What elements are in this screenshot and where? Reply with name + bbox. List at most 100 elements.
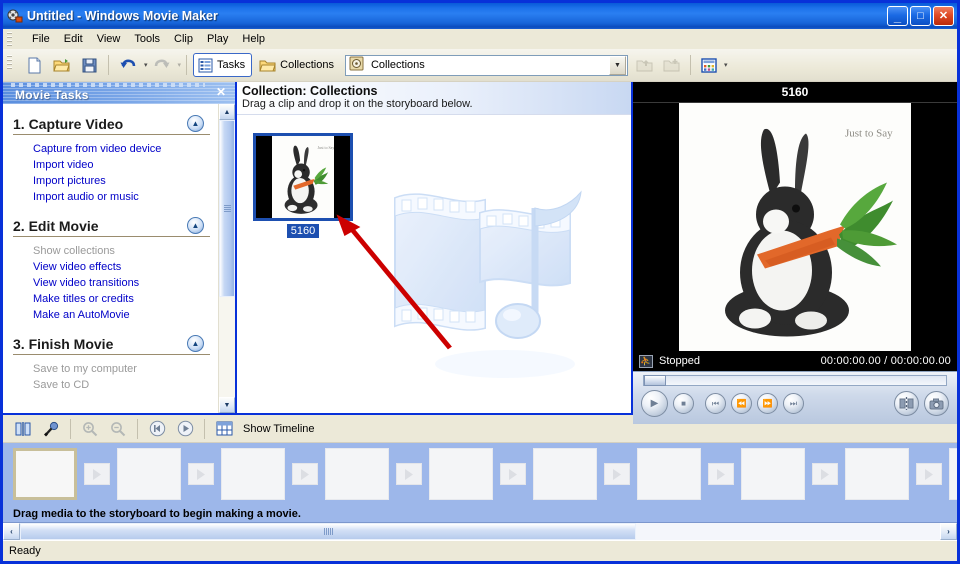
zoom-in-button[interactable] xyxy=(77,417,103,441)
next-clip-button[interactable]: ⏭ xyxy=(783,393,804,414)
transition-arrow-icon xyxy=(93,468,101,480)
transition-cell-8[interactable] xyxy=(812,463,838,485)
movie-tasks-body: 1. Capture Video ▲ Capture from video de… xyxy=(3,104,235,413)
menu-play[interactable]: Play xyxy=(200,31,235,47)
storyboard-cell-6[interactable] xyxy=(533,448,597,500)
show-timeline-button[interactable] xyxy=(211,417,237,441)
minimize-button[interactable]: _ xyxy=(887,6,908,26)
seek-thumb[interactable] xyxy=(644,375,666,386)
save-project-button[interactable] xyxy=(77,53,102,77)
collections-button[interactable]: Collections xyxy=(254,53,341,77)
split-clip-toolbar-button[interactable] xyxy=(10,417,36,441)
storyboard-cell-8[interactable] xyxy=(741,448,805,500)
storyboard-cell-10[interactable] xyxy=(949,448,957,500)
horizontal-scroll-thumb[interactable] xyxy=(20,523,637,540)
menu-edit[interactable]: Edit xyxy=(57,31,90,47)
maximize-button[interactable]: □ xyxy=(910,6,931,26)
scroll-left-button[interactable]: ‹ xyxy=(3,523,20,540)
play-button[interactable]: ▶ xyxy=(641,390,668,417)
menu-clip[interactable]: Clip xyxy=(167,31,200,47)
tasks-button[interactable]: Tasks xyxy=(193,53,253,77)
transition-cell-2[interactable] xyxy=(188,463,214,485)
next-frame-button[interactable]: ⏩ xyxy=(757,393,778,414)
collections-content[interactable]: Just to Say 5160 xyxy=(237,115,631,413)
link-view-video-effects[interactable]: View video effects xyxy=(33,259,218,275)
views-button[interactable] xyxy=(697,53,721,77)
monitor-video-area[interactable]: Just to Say xyxy=(633,102,957,351)
link-capture-from-video-device[interactable]: Capture from video device xyxy=(33,141,218,157)
new-project-button[interactable] xyxy=(22,53,47,77)
storyboard-horizontal-scrollbar[interactable]: ‹ › xyxy=(3,522,957,540)
rewind-storyboard-button[interactable] xyxy=(144,417,170,441)
transition-cell-4[interactable] xyxy=(396,463,422,485)
menu-help[interactable]: Help xyxy=(235,31,272,47)
storyboard-cell-2[interactable] xyxy=(117,448,181,500)
section-capture-video[interactable]: 1. Capture Video ▲ xyxy=(13,113,210,135)
menu-tools[interactable]: Tools xyxy=(127,31,167,47)
chevron-up-icon-finish[interactable]: ▲ xyxy=(187,335,204,352)
section-edit-movie[interactable]: 2. Edit Movie ▲ xyxy=(13,215,210,237)
scroll-up-button[interactable]: ▲ xyxy=(219,104,235,120)
take-picture-button[interactable] xyxy=(924,391,949,416)
collection-combobox[interactable]: Collections ▼ xyxy=(344,54,628,76)
up-one-level-button[interactable] xyxy=(632,53,657,77)
transition-cell-6[interactable] xyxy=(604,463,630,485)
horizontal-scroll-track[interactable] xyxy=(20,523,940,540)
back-frame-button[interactable]: ⏪ xyxy=(731,393,752,414)
previous-frame-button[interactable]: ⏮ xyxy=(705,393,726,414)
storyboard-cell-3[interactable] xyxy=(221,448,285,500)
storyboard-cell-9[interactable] xyxy=(845,448,909,500)
menu-view[interactable]: View xyxy=(90,31,128,47)
link-view-video-transitions[interactable]: View video transitions xyxy=(33,275,218,291)
scroll-right-button[interactable]: › xyxy=(940,523,957,540)
clip-thumbnail[interactable]: Just to Say xyxy=(253,133,353,221)
section-finish-movie[interactable]: 3. Finish Movie ▲ xyxy=(13,333,210,355)
link-import-pictures[interactable]: Import pictures xyxy=(33,173,218,189)
link-make-an-automovie[interactable]: Make an AutoMovie xyxy=(33,307,218,323)
scroll-thumb[interactable] xyxy=(219,120,235,298)
redo-button[interactable] xyxy=(149,53,175,77)
stop-button[interactable]: ■ xyxy=(673,393,694,414)
split-clip-button[interactable] xyxy=(894,391,919,416)
redo-dropdown-arrow[interactable]: ▾ xyxy=(178,61,182,69)
zoom-out-button[interactable] xyxy=(105,417,131,441)
undo-button[interactable] xyxy=(115,53,141,77)
preview-monitor-pane: 5160 Just to Say ⛹ Stopped 00:00:00.00 /… xyxy=(633,82,957,424)
storyboard-strip[interactable] xyxy=(3,443,957,505)
transition-cell-3[interactable] xyxy=(292,463,318,485)
transition-cell-1[interactable] xyxy=(84,463,110,485)
scroll-track[interactable] xyxy=(219,120,235,397)
chevron-up-icon-capture[interactable]: ▲ xyxy=(187,115,204,132)
close-button[interactable]: ✕ xyxy=(933,6,954,26)
collection-combobox-arrow[interactable]: ▼ xyxy=(608,55,626,75)
transition-cell-5[interactable] xyxy=(500,463,526,485)
transition-cell-9[interactable] xyxy=(916,463,942,485)
chevron-up-icon-edit[interactable]: ▲ xyxy=(187,217,204,234)
transition-arrow-icon xyxy=(613,468,621,480)
scroll-down-button[interactable]: ▼ xyxy=(219,397,235,413)
storyboard-cell-5[interactable] xyxy=(429,448,493,500)
narrate-timeline-button[interactable] xyxy=(38,417,64,441)
movie-tasks-close-icon[interactable]: ✕ xyxy=(216,86,226,98)
link-import-audio-or-music[interactable]: Import audio or music xyxy=(33,189,218,205)
menu-file[interactable]: File xyxy=(25,31,57,47)
collections-button-label: Collections xyxy=(280,59,334,71)
views-dropdown-arrow[interactable]: ▾ xyxy=(724,61,728,69)
play-storyboard-button[interactable] xyxy=(172,417,198,441)
link-import-video[interactable]: Import video xyxy=(33,157,218,173)
storyboard-cell-1[interactable] xyxy=(13,448,77,500)
link-make-titles-or-credits[interactable]: Make titles or credits xyxy=(33,291,218,307)
new-collection-folder-button[interactable] xyxy=(659,53,684,77)
clip-item[interactable]: Just to Say 5160 xyxy=(253,133,353,241)
storyboard-cell-7[interactable] xyxy=(637,448,701,500)
fullscreen-icon[interactable]: ⛹ xyxy=(639,354,653,368)
toolbar-gripper[interactable] xyxy=(7,55,12,69)
seek-bar[interactable] xyxy=(643,375,947,386)
task-pane-scrollbar[interactable]: ▲ ▼ xyxy=(218,104,235,413)
undo-dropdown-arrow[interactable]: ▾ xyxy=(144,61,148,69)
scroll-thumb-grip xyxy=(223,205,231,213)
open-project-button[interactable] xyxy=(49,53,75,77)
storyboard-cell-4[interactable] xyxy=(325,448,389,500)
menu-gripper[interactable] xyxy=(7,32,12,46)
transition-cell-7[interactable] xyxy=(708,463,734,485)
